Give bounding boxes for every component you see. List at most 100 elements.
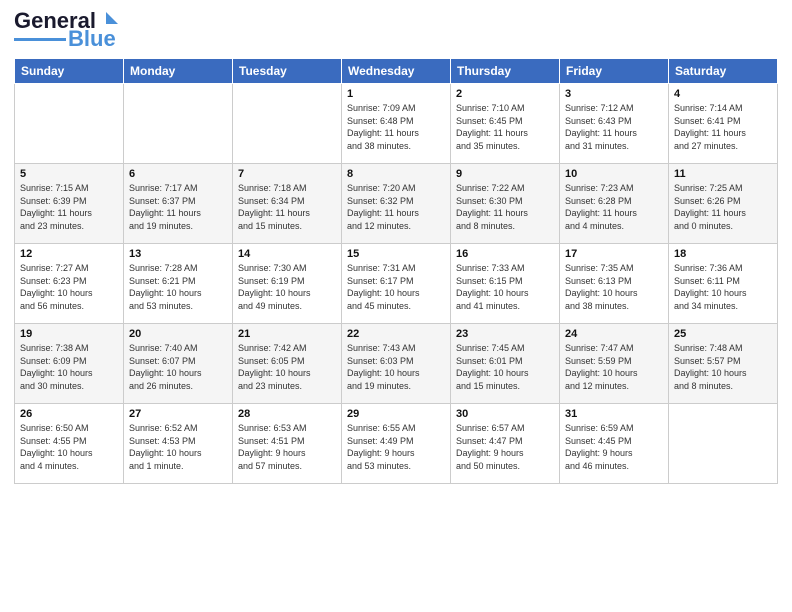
day-cell: [669, 404, 778, 484]
day-cell: 31 Sunrise: 6:59 AM Sunset: 4:45 PM Dayli…: [560, 404, 669, 484]
day-cell: 9 Sunrise: 7:22 AM Sunset: 6:30 PM Daylig…: [451, 164, 560, 244]
day-info: Sunrise: 7:48 AM Sunset: 5:57 PM Dayligh…: [674, 342, 772, 392]
day-number: 14: [238, 248, 336, 260]
week-row-2: 5 Sunrise: 7:15 AM Sunset: 6:39 PM Daylig…: [15, 164, 778, 244]
day-cell: 3 Sunrise: 7:12 AM Sunset: 6:43 PM Daylig…: [560, 84, 669, 164]
day-number: 29: [347, 408, 445, 420]
day-number: 31: [565, 408, 663, 420]
day-info: Sunrise: 7:14 AM Sunset: 6:41 PM Dayligh…: [674, 102, 772, 152]
day-info: Sunrise: 7:35 AM Sunset: 6:13 PM Dayligh…: [565, 262, 663, 312]
day-cell: 21 Sunrise: 7:42 AM Sunset: 6:05 PM Dayli…: [233, 324, 342, 404]
day-number: 9: [456, 168, 554, 180]
day-number: 3: [565, 88, 663, 100]
day-info: Sunrise: 7:17 AM Sunset: 6:37 PM Dayligh…: [129, 182, 227, 232]
day-cell: [124, 84, 233, 164]
day-number: 25: [674, 328, 772, 340]
day-number: 22: [347, 328, 445, 340]
day-info: Sunrise: 7:30 AM Sunset: 6:19 PM Dayligh…: [238, 262, 336, 312]
week-row-4: 19Sunrise: 7:38 AM Sunset: 6:09 PM Dayli…: [15, 324, 778, 404]
day-cell: 6 Sunrise: 7:17 AM Sunset: 6:37 PM Daylig…: [124, 164, 233, 244]
day-info: Sunrise: 7:43 AM Sunset: 6:03 PM Dayligh…: [347, 342, 445, 392]
day-number: 18: [674, 248, 772, 260]
day-number: 12: [20, 248, 118, 260]
weekday-header-saturday: Saturday: [669, 59, 778, 84]
calendar-body: 1Sunrise: 7:09 AM Sunset: 6:48 PM Daylig…: [15, 84, 778, 484]
week-row-3: 12 Sunrise: 7:27 AM Sunset: 6:23 PM Dayli…: [15, 244, 778, 324]
header: General Blue: [14, 10, 778, 50]
day-cell: 23Sunrise: 7:45 AM Sunset: 6:01 PM Dayli…: [451, 324, 560, 404]
day-cell: 17 Sunrise: 7:35 AM Sunset: 6:13 PM Dayli…: [560, 244, 669, 324]
day-cell: 24 Sunrise: 7:47 AM Sunset: 5:59 PM Dayli…: [560, 324, 669, 404]
day-info: Sunrise: 7:28 AM Sunset: 6:21 PM Dayligh…: [129, 262, 227, 312]
day-number: 1: [347, 88, 445, 100]
day-info: Sunrise: 6:52 AM Sunset: 4:53 PM Dayligh…: [129, 422, 227, 472]
day-cell: 1Sunrise: 7:09 AM Sunset: 6:48 PM Daylig…: [342, 84, 451, 164]
day-cell: 30Sunrise: 6:57 AM Sunset: 4:47 PM Dayli…: [451, 404, 560, 484]
day-info: Sunrise: 7:22 AM Sunset: 6:30 PM Dayligh…: [456, 182, 554, 232]
day-info: Sunrise: 6:50 AM Sunset: 4:55 PM Dayligh…: [20, 422, 118, 472]
day-number: 8: [347, 168, 445, 180]
day-number: 15: [347, 248, 445, 260]
weekday-header-thursday: Thursday: [451, 59, 560, 84]
day-cell: 7Sunrise: 7:18 AM Sunset: 6:34 PM Daylig…: [233, 164, 342, 244]
day-cell: 12 Sunrise: 7:27 AM Sunset: 6:23 PM Dayli…: [15, 244, 124, 324]
day-number: 24: [565, 328, 663, 340]
page-container: General Blue SundayMondayTuesdayWednesda…: [0, 0, 792, 494]
day-number: 2: [456, 88, 554, 100]
day-cell: 13 Sunrise: 7:28 AM Sunset: 6:21 PM Dayli…: [124, 244, 233, 324]
day-info: Sunrise: 7:10 AM Sunset: 6:45 PM Dayligh…: [456, 102, 554, 152]
day-cell: 4Sunrise: 7:14 AM Sunset: 6:41 PM Daylig…: [669, 84, 778, 164]
calendar-header: SundayMondayTuesdayWednesdayThursdayFrid…: [15, 59, 778, 84]
day-info: Sunrise: 7:15 AM Sunset: 6:39 PM Dayligh…: [20, 182, 118, 232]
day-info: Sunrise: 7:25 AM Sunset: 6:26 PM Dayligh…: [674, 182, 772, 232]
day-cell: 15 Sunrise: 7:31 AM Sunset: 6:17 PM Dayli…: [342, 244, 451, 324]
day-info: Sunrise: 7:18 AM Sunset: 6:34 PM Dayligh…: [238, 182, 336, 232]
day-number: 21: [238, 328, 336, 340]
day-number: 27: [129, 408, 227, 420]
day-info: Sunrise: 7:31 AM Sunset: 6:17 PM Dayligh…: [347, 262, 445, 312]
day-cell: 10 Sunrise: 7:23 AM Sunset: 6:28 PM Dayli…: [560, 164, 669, 244]
day-cell: [233, 84, 342, 164]
day-cell: 2 Sunrise: 7:10 AM Sunset: 6:45 PM Daylig…: [451, 84, 560, 164]
day-number: 16: [456, 248, 554, 260]
day-number: 10: [565, 168, 663, 180]
week-row-1: 1Sunrise: 7:09 AM Sunset: 6:48 PM Daylig…: [15, 84, 778, 164]
day-cell: 8Sunrise: 7:20 AM Sunset: 6:32 PM Daylig…: [342, 164, 451, 244]
calendar-table: SundayMondayTuesdayWednesdayThursdayFrid…: [14, 58, 778, 484]
day-number: 6: [129, 168, 227, 180]
day-number: 23: [456, 328, 554, 340]
day-cell: 18 Sunrise: 7:36 AM Sunset: 6:11 PM Dayli…: [669, 244, 778, 324]
day-cell: 14 Sunrise: 7:30 AM Sunset: 6:19 PM Dayli…: [233, 244, 342, 324]
day-number: 20: [129, 328, 227, 340]
day-cell: 27 Sunrise: 6:52 AM Sunset: 4:53 PM Dayli…: [124, 404, 233, 484]
day-info: Sunrise: 6:55 AM Sunset: 4:49 PM Dayligh…: [347, 422, 445, 472]
day-number: 17: [565, 248, 663, 260]
day-number: 5: [20, 168, 118, 180]
day-info: Sunrise: 6:53 AM Sunset: 4:51 PM Dayligh…: [238, 422, 336, 472]
day-cell: 29 Sunrise: 6:55 AM Sunset: 4:49 PM Dayli…: [342, 404, 451, 484]
day-number: 13: [129, 248, 227, 260]
day-info: Sunrise: 7:36 AM Sunset: 6:11 PM Dayligh…: [674, 262, 772, 312]
weekday-header-monday: Monday: [124, 59, 233, 84]
logo-blue-text: Blue: [68, 28, 116, 50]
day-cell: 16Sunrise: 7:33 AM Sunset: 6:15 PM Dayli…: [451, 244, 560, 324]
day-info: Sunrise: 7:27 AM Sunset: 6:23 PM Dayligh…: [20, 262, 118, 312]
day-number: 26: [20, 408, 118, 420]
day-number: 30: [456, 408, 554, 420]
day-info: Sunrise: 7:23 AM Sunset: 6:28 PM Dayligh…: [565, 182, 663, 232]
day-info: Sunrise: 7:47 AM Sunset: 5:59 PM Dayligh…: [565, 342, 663, 392]
day-cell: 28 Sunrise: 6:53 AM Sunset: 4:51 PM Dayli…: [233, 404, 342, 484]
day-cell: 25 Sunrise: 7:48 AM Sunset: 5:57 PM Dayli…: [669, 324, 778, 404]
weekday-header-tuesday: Tuesday: [233, 59, 342, 84]
day-info: Sunrise: 6:59 AM Sunset: 4:45 PM Dayligh…: [565, 422, 663, 472]
day-info: Sunrise: 7:42 AM Sunset: 6:05 PM Dayligh…: [238, 342, 336, 392]
logo: General Blue: [14, 10, 120, 50]
day-number: 28: [238, 408, 336, 420]
day-cell: 5 Sunrise: 7:15 AM Sunset: 6:39 PM Daylig…: [15, 164, 124, 244]
day-cell: [15, 84, 124, 164]
day-cell: 11 Sunrise: 7:25 AM Sunset: 6:26 PM Dayli…: [669, 164, 778, 244]
weekday-header-sunday: Sunday: [15, 59, 124, 84]
day-number: 11: [674, 168, 772, 180]
weekday-header-friday: Friday: [560, 59, 669, 84]
day-info: Sunrise: 7:12 AM Sunset: 6:43 PM Dayligh…: [565, 102, 663, 152]
